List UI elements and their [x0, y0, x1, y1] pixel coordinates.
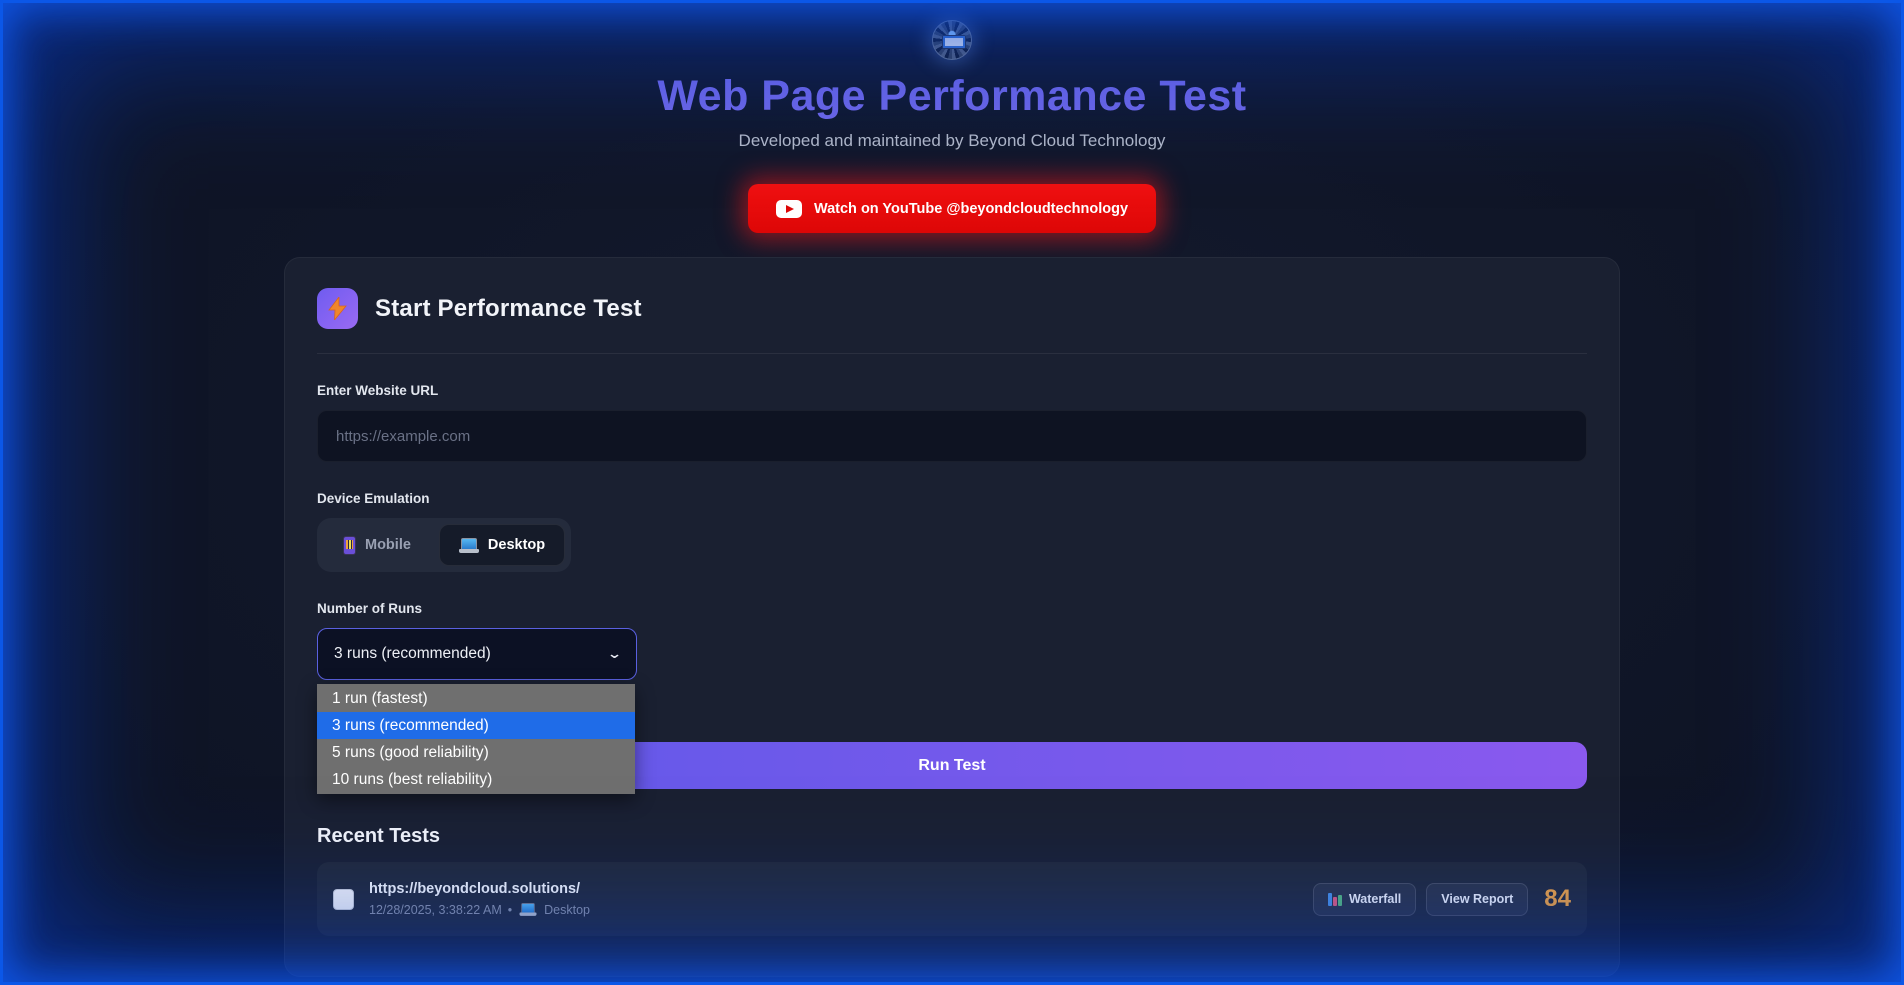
- device-button-desktop-label: Desktop: [488, 537, 545, 553]
- page-title: Web Page Performance Test: [0, 72, 1904, 121]
- runs-option-5[interactable]: 5 runs (good reliability): [317, 739, 635, 766]
- performance-test-card: Start Performance Test Enter Website URL…: [284, 257, 1620, 977]
- device-button-mobile-label: Mobile: [365, 537, 411, 553]
- runs-label: Number of Runs: [317, 601, 1587, 616]
- website-url-input[interactable]: [317, 410, 1587, 462]
- meta-separator: •: [508, 903, 512, 917]
- youtube-button-row: Watch on YouTube @beyondcloudtechnology: [0, 184, 1904, 233]
- waterfall-button[interactable]: Waterfall: [1313, 883, 1416, 916]
- test-url: https://beyondcloud.solutions/: [369, 881, 590, 897]
- page-header: Web Page Performance Test Developed and …: [0, 0, 1904, 233]
- recent-tests-heading: Recent Tests: [317, 825, 1587, 848]
- device-button-mobile[interactable]: Mobile: [323, 524, 431, 566]
- smartphone-icon: [343, 536, 356, 555]
- runs-options-panel: 1 run (fastest) 3 runs (recommended) 5 r…: [317, 684, 635, 794]
- laptop-icon: [459, 538, 479, 553]
- test-row-checkbox[interactable]: [333, 889, 354, 910]
- performance-score-badge: 84: [1544, 885, 1571, 913]
- test-meta: 12/28/2025, 3:38:22 AM • Desktop: [369, 902, 590, 917]
- runs-option-10[interactable]: 10 runs (best reliability): [317, 766, 635, 793]
- runs-option-3[interactable]: 3 runs (recommended): [317, 712, 635, 739]
- youtube-button-label: Watch on YouTube @beyondcloudtechnology: [814, 201, 1128, 217]
- site-logo-icon: [932, 20, 972, 60]
- test-device: Desktop: [544, 903, 590, 917]
- test-info: https://beyondcloud.solutions/ 12/28/202…: [369, 881, 590, 917]
- test-timestamp: 12/28/2025, 3:38:22 AM: [369, 903, 502, 917]
- view-report-button[interactable]: View Report: [1426, 883, 1528, 916]
- card-header: Start Performance Test: [317, 288, 1587, 329]
- lightning-icon: [317, 288, 358, 329]
- device-button-desktop[interactable]: Desktop: [439, 524, 565, 566]
- runs-option-1[interactable]: 1 run (fastest): [317, 685, 635, 712]
- url-label: Enter Website URL: [317, 383, 1587, 398]
- device-emulation-label: Device Emulation: [317, 491, 1587, 506]
- divider: [317, 353, 1587, 354]
- page-subtitle: Developed and maintained by Beyond Cloud…: [0, 131, 1904, 151]
- runs-select-wrap: 3 runs (recommended) ⌄ 1 run (fastest) 3…: [317, 628, 637, 680]
- bar-chart-icon: [1328, 893, 1342, 906]
- card-title: Start Performance Test: [375, 295, 642, 323]
- device-toggle-group: Mobile Desktop: [317, 518, 571, 572]
- view-report-button-label: View Report: [1441, 892, 1513, 906]
- waterfall-button-label: Waterfall: [1349, 892, 1401, 906]
- youtube-play-icon: [776, 200, 802, 218]
- recent-test-row: https://beyondcloud.solutions/ 12/28/202…: [317, 862, 1587, 936]
- youtube-button[interactable]: Watch on YouTube @beyondcloudtechnology: [748, 184, 1156, 233]
- runs-select[interactable]: 3 runs (recommended) ⌄: [317, 628, 637, 680]
- laptop-icon: [520, 903, 537, 916]
- runs-select-value: 3 runs (recommended): [334, 645, 491, 663]
- chevron-down-icon: ⌄: [607, 646, 622, 662]
